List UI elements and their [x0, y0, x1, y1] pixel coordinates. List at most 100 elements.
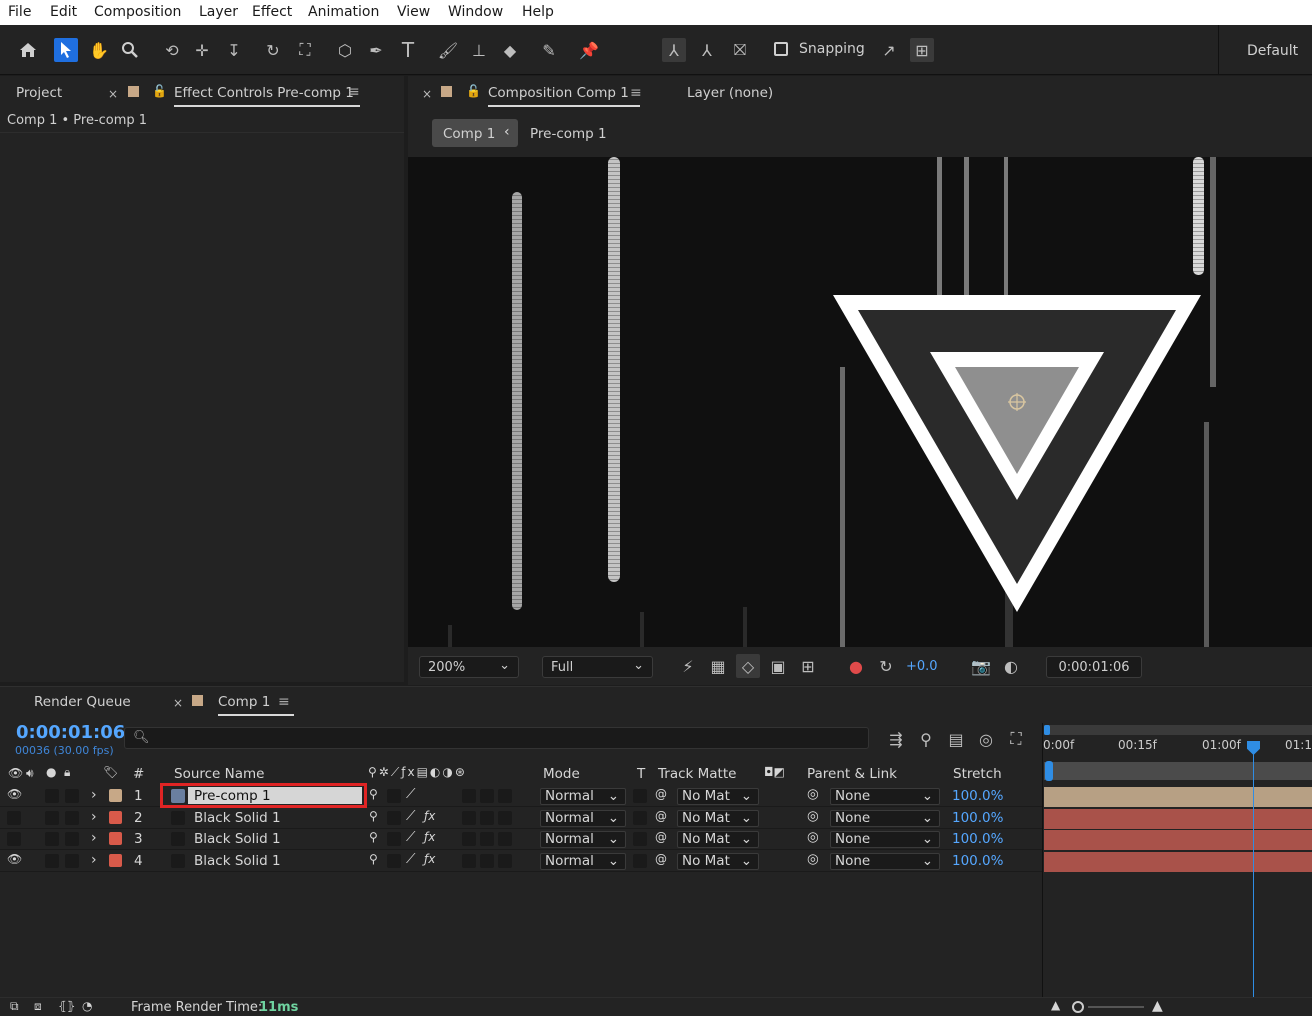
solo-box[interactable] — [45, 853, 59, 868]
tab-layer[interactable]: Layer (none) — [687, 85, 773, 101]
show-snapshot-icon[interactable]: ◐ — [999, 654, 1023, 678]
clone-stamp-icon[interactable]: ⊥ — [467, 38, 491, 62]
home-icon[interactable] — [16, 38, 40, 62]
track-matte-dropdown[interactable]: No Mat ⌄ — [677, 788, 759, 805]
fx-icon[interactable]: ƒx — [424, 830, 435, 844]
solo-box[interactable] — [45, 832, 59, 846]
menu-edit[interactable]: Edit — [50, 4, 77, 20]
solo-box[interactable] — [45, 810, 59, 825]
table-row[interactable]: 👁︎ › 2 Black Solid 1 ⚲ ⟋ ƒx Normal⌄ @ No… — [0, 808, 1043, 829]
pick-whip-icon[interactable]: ◎ — [807, 851, 819, 867]
local-axis-icon[interactable]: ⅄ — [662, 38, 686, 62]
parent-dropdown[interactable]: None ⌄ — [830, 852, 940, 870]
rotation-tool-icon[interactable]: ↻ — [261, 38, 285, 62]
crumb-precomp-1[interactable]: Pre-comp 1 — [530, 126, 607, 142]
search-input[interactable]: 🔍︎ — [124, 727, 869, 749]
pick-whip-icon[interactable]: ◎ — [807, 808, 819, 824]
world-axis-icon[interactable]: ⅄ — [695, 38, 719, 62]
guides-icon[interactable]: ⊞ — [796, 654, 820, 678]
current-time[interactable]: 0:00:01:06 — [16, 722, 125, 743]
quality-icon[interactable]: ⟋ — [406, 786, 415, 802]
time-navigator[interactable] — [1044, 762, 1312, 780]
lock-box[interactable] — [65, 810, 79, 825]
composition-viewer[interactable] — [408, 157, 1312, 647]
dolly-camera-icon[interactable]: ↧ — [222, 38, 246, 62]
camera-snapshot-icon[interactable]: 📷 — [969, 654, 993, 678]
lock-box[interactable] — [65, 832, 79, 846]
layer-switches-toggle-icon[interactable]: ⧉ — [10, 999, 19, 1014]
shy-icon[interactable]: ⚲ — [369, 787, 378, 801]
stretch-value[interactable]: 100.0% — [952, 853, 1003, 869]
eye-icon[interactable]: 👁︎ — [7, 787, 22, 801]
layer-duration-bar[interactable] — [1044, 830, 1312, 850]
pick-whip-icon[interactable]: ◎ — [807, 786, 819, 802]
fast-preview-icon[interactable]: ⚡ — [676, 654, 700, 678]
col-source-name[interactable]: Source Name — [174, 766, 265, 782]
menu-layer[interactable]: Layer — [199, 4, 238, 20]
frame-blending-icon[interactable]: ▤ — [944, 727, 968, 751]
transparency-grid-icon[interactable]: ▦ — [706, 654, 730, 678]
pan-camera-icon[interactable]: ✛ — [190, 38, 214, 62]
panel-menu-icon[interactable]: ≡ — [348, 84, 360, 100]
navigator-handle[interactable] — [1045, 761, 1053, 781]
track-matte-dropdown[interactable]: No Mat ⌄ — [677, 809, 759, 827]
pan-behind-icon[interactable]: ⛶ — [293, 38, 317, 62]
resolution-dropdown[interactable]: Full ⌄ — [542, 656, 653, 678]
layer-name[interactable]: Black Solid 1 — [194, 853, 281, 869]
mode-dropdown[interactable]: Normal ⌄ — [540, 831, 626, 848]
fx-icon[interactable]: ƒx — [424, 852, 435, 866]
pick-whip-icon[interactable]: ◎ — [807, 829, 819, 845]
zoom-dropdown[interactable]: 200% ⌄ — [419, 656, 519, 678]
lock-box[interactable] — [65, 789, 79, 803]
lock-icon[interactable]: 🔓 — [466, 84, 481, 98]
selection-tool-icon[interactable] — [54, 38, 78, 62]
graph-editor-icon[interactable]: ⛶ — [1004, 727, 1028, 751]
view-axis-icon[interactable]: ⛝ — [728, 38, 752, 62]
visibility-box[interactable] — [7, 810, 21, 825]
adjustment-box[interactable] — [480, 789, 494, 803]
shy-layers-icon[interactable]: ⚲ — [914, 727, 938, 751]
menu-animation[interactable]: Animation — [308, 4, 379, 20]
collapse-box[interactable] — [387, 789, 401, 803]
menu-file[interactable]: File — [8, 4, 31, 20]
type-tool-icon[interactable]: T — [396, 38, 420, 62]
collapse-box[interactable] — [387, 832, 401, 846]
3d-box[interactable] — [498, 810, 512, 825]
chevron-right-icon[interactable]: › — [91, 852, 97, 868]
shape-tool-icon[interactable]: ⬡ — [333, 38, 357, 62]
exposure-value[interactable]: +0.0 — [906, 659, 938, 674]
close-icon[interactable]: × — [422, 87, 432, 101]
panel-menu-icon[interactable]: ≡ — [630, 85, 642, 101]
motion-blur-box[interactable] — [462, 789, 476, 803]
layer-name[interactable]: Black Solid 1 — [194, 810, 281, 826]
label-color-swatch[interactable] — [109, 832, 122, 845]
track-matte-dropdown[interactable]: No Mat ⌄ — [677, 831, 759, 848]
work-area-start-handle[interactable] — [1044, 725, 1050, 735]
zoom-in-icon[interactable]: ▲ — [1152, 998, 1163, 1014]
visibility-box[interactable] — [7, 832, 21, 846]
tab-render-queue[interactable]: Render Queue — [34, 694, 131, 710]
crumb-comp-1[interactable]: Comp 1 — [443, 126, 495, 142]
playhead-marker[interactable] — [1247, 741, 1260, 755]
pen-tool-icon[interactable]: ✒ — [364, 38, 388, 62]
comp-flowchart-icon[interactable]: ⇶ — [884, 727, 908, 751]
work-area-bar[interactable] — [1044, 725, 1312, 735]
channel-icon[interactable]: ● — [844, 654, 868, 678]
stretch-value[interactable]: 100.0% — [952, 810, 1003, 826]
chevron-right-icon[interactable]: › — [91, 787, 97, 803]
stretch-value[interactable]: 100.0% — [952, 831, 1003, 847]
motion-blur-icon[interactable]: ◎ — [974, 727, 998, 751]
close-icon[interactable]: × — [173, 696, 183, 710]
menu-view[interactable]: View — [397, 4, 430, 20]
zoom-slider-thumb[interactable] — [1072, 1001, 1084, 1013]
zoom-tool-icon[interactable] — [118, 38, 142, 62]
tab-project[interactable]: Project — [16, 85, 62, 101]
close-icon[interactable]: × — [108, 87, 118, 101]
shy-icon[interactable]: ⚲ — [369, 809, 378, 823]
preserve-transparency-box[interactable] — [633, 810, 647, 825]
fx-icon[interactable]: ƒx — [424, 809, 435, 823]
motion-blur-box[interactable] — [462, 853, 476, 868]
quality-icon[interactable]: ⟋ — [406, 808, 415, 824]
table-row[interactable]: 👁︎ › 4 Black Solid 1 ⚲ ⟋ ƒx Normal ⌄ @ No… — [0, 851, 1043, 872]
collapse-box[interactable] — [387, 810, 401, 825]
